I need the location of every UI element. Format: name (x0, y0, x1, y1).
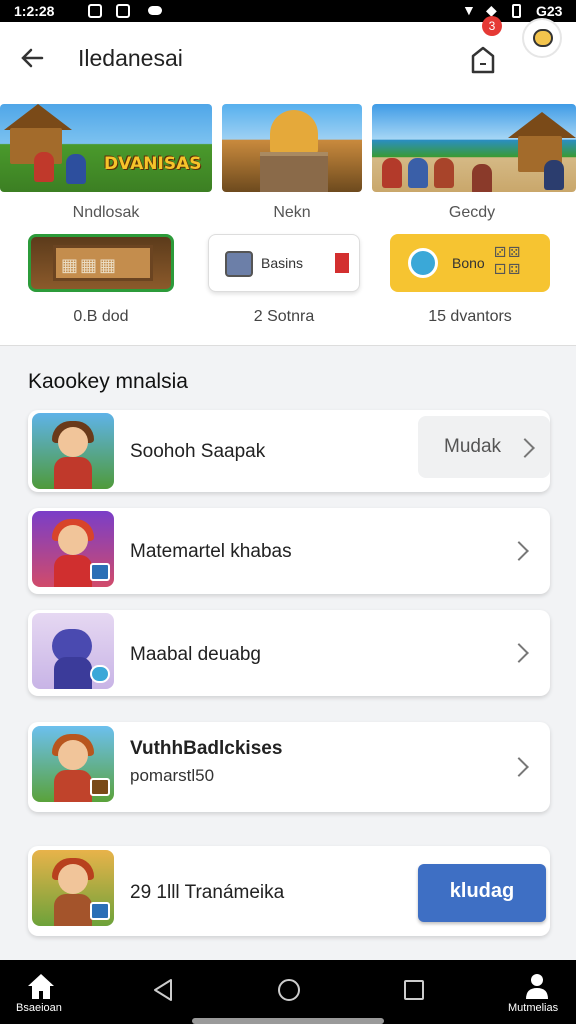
chevron-right-icon[interactable] (509, 757, 529, 777)
chevron-right-icon (515, 438, 535, 458)
list-item[interactable]: Soohoh Saapak Mudak (28, 410, 550, 492)
featured-banner-2[interactable] (222, 104, 362, 192)
nav-label-right: Mutmelias (508, 1002, 559, 1014)
home-circle-icon[interactable] (278, 979, 300, 1001)
game-thumbnail (32, 613, 114, 689)
notification-icon (88, 4, 102, 18)
battery-text: G23 (536, 3, 563, 19)
board-blocks-art: ▦▦▦ (61, 255, 119, 275)
character-art (544, 160, 564, 190)
avatar-art (58, 864, 88, 894)
home-icon[interactable] (26, 972, 56, 1000)
mudak-button-label: Mudak (444, 436, 502, 457)
list-item[interactable]: 29 1lll Tranámeika kludag (28, 846, 550, 936)
character-art (66, 154, 86, 184)
list-item-subtitle: pomarstl50 (130, 766, 215, 785)
list-item[interactable]: Maabal deuabg (28, 610, 550, 696)
dice-icon: ⚂⚄ ⚀⚃ (494, 244, 523, 277)
game-badge-icon (90, 665, 110, 683)
banner-title-art: DVANISAS (104, 154, 202, 174)
featured-banner-3[interactable] (372, 104, 576, 192)
game-badge-icon (90, 902, 110, 920)
banner-label: Nekn (273, 204, 311, 221)
character-art (434, 158, 454, 188)
notification-badge: 3 (482, 16, 502, 36)
status-time: 1:2:28 (14, 3, 55, 19)
list-item-title: Maabal deuabg (130, 644, 261, 665)
game-thumbnail (32, 850, 114, 926)
mascot-art (54, 657, 92, 689)
mini-card-label: 15 dvantors (428, 308, 512, 325)
temple-steps-art (260, 152, 328, 192)
profile-icon[interactable] (524, 972, 550, 1000)
coin-icon (408, 248, 438, 278)
avatar-art (54, 555, 92, 587)
pill-icon (148, 6, 162, 15)
avatar[interactable] (522, 18, 562, 58)
character-art (408, 158, 428, 188)
recents-square-icon[interactable] (404, 980, 424, 1000)
list-item[interactable]: VuthhBadlckises pomarstl50 (28, 722, 550, 812)
nav-label-left: Bsaeioan (16, 1002, 62, 1014)
game-thumbnail (32, 413, 114, 489)
kludag-button-label: kludag (449, 880, 515, 902)
avatar-art (54, 894, 92, 926)
flag-icon (335, 253, 349, 273)
avatar-art (54, 770, 92, 802)
game-thumbnail (32, 726, 114, 802)
character-art (382, 158, 402, 188)
avatar-art (58, 427, 88, 457)
chevron-right-icon[interactable] (509, 541, 529, 561)
avatar-art (54, 457, 92, 489)
game-badge-icon (90, 563, 110, 581)
mini-card-3[interactable]: Bono ⚂⚄ ⚀⚃ (390, 234, 550, 292)
battery-icon (512, 4, 521, 18)
page-title: Iledanesai (78, 45, 183, 71)
mini-card-label: 0.B dod (73, 308, 129, 325)
mini-card-1[interactable]: ▦▦▦ (28, 234, 174, 292)
kludag-button[interactable]: kludag (418, 864, 546, 922)
list-item-title: 29 1lll Tranámeika (130, 882, 285, 903)
mini-card-text: Basins (261, 255, 304, 271)
mini-card-label: 2 Sotnra (253, 308, 315, 325)
navigation-bar: Bsaeioan Mutmelias (0, 960, 576, 1024)
mini-card-text: Bono (452, 255, 485, 271)
list-item-title: Soohoh Saapak (130, 441, 266, 462)
gesture-handle[interactable] (192, 1018, 384, 1024)
robot-icon (225, 251, 253, 277)
featured-section: DVANISAS Nndlosak Nekn Gecdy ▦▦▦ Basins … (0, 94, 576, 346)
banner-label: Nndlosak (72, 204, 140, 221)
list-item[interactable]: Matemartel khabas (28, 508, 550, 594)
hut-roof-art (508, 112, 576, 138)
character-art (472, 164, 492, 192)
back-triangle-icon[interactable] (152, 978, 174, 1002)
chevron-right-icon[interactable] (509, 643, 529, 663)
mudak-button[interactable]: Mudak (418, 416, 550, 478)
banner-label: Gecdy (448, 204, 496, 221)
back-arrow-icon[interactable] (18, 44, 46, 72)
list-item-title: Matemartel khabas (130, 541, 292, 562)
list-item-title: VuthhBadlckises (130, 738, 283, 759)
avatar-icon (533, 29, 553, 47)
signal-icon: ▼ (462, 2, 476, 18)
section-title: Kaookey mnalsia (28, 370, 188, 393)
mini-card-2[interactable]: Basins (208, 234, 360, 292)
avatar-art (58, 525, 88, 555)
temple-art (270, 110, 318, 154)
avatar-art (58, 740, 88, 770)
hut-roof-art (4, 104, 72, 130)
featured-banner-1[interactable]: DVANISAS (0, 104, 212, 192)
character-art (34, 152, 54, 182)
bell-icon[interactable] (466, 38, 500, 78)
game-badge-icon (90, 778, 110, 796)
game-thumbnail (32, 511, 114, 587)
app-notification-icon (116, 4, 130, 18)
